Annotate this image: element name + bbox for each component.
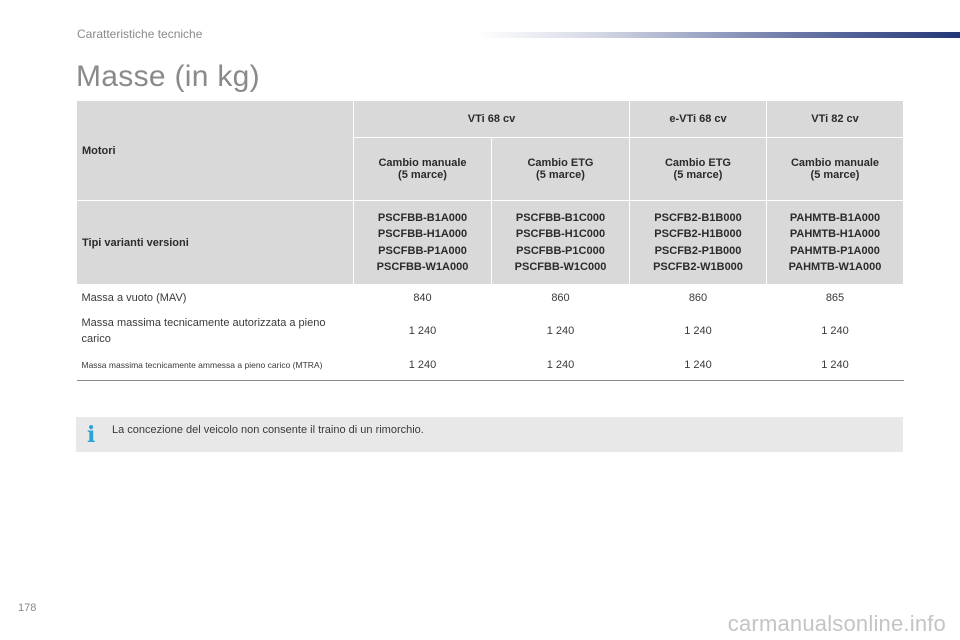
variant-codes: PSCFBB-B1C000 PSCFBB-H1C000 PSCFBB-P1C000 P…: [491, 200, 630, 285]
table-cell: 860: [688, 291, 708, 304]
variant-codes: PSCFBB-B1A000 PSCFBB-H1A000 PSCFBB-P1A000 P…: [353, 200, 492, 285]
motori-label: Motori: [76, 100, 354, 201]
table-row: Massa a vuoto (MAV) 840 860 860 865: [77, 285, 904, 311]
table-cell: 1 240: [684, 324, 712, 337]
row-label: Massa massima tecnicamente ammessa a pie…: [76, 350, 354, 381]
engine-header: VTi 82 cv: [766, 100, 904, 138]
header-gradient-bar: [478, 32, 960, 38]
table-cell: 1 240: [546, 324, 575, 337]
table-cell: 865: [825, 291, 845, 304]
section-title: Caratteristiche tecniche: [77, 27, 203, 41]
info-note: i La concezione del veicolo non consente…: [76, 417, 903, 452]
variants-row: Tipi varianti versioni PSCFBB-B1A000 PSCF…: [76, 200, 904, 285]
gearbox-header: Cambio manuale (5 marce): [353, 137, 492, 201]
table-cell: 1 240: [821, 324, 849, 337]
table-row: Massa massima tecnicamente autorizzata a…: [77, 311, 904, 351]
info-text: La concezione del veicolo non consente i…: [112, 424, 424, 436]
variants-label: Tipi varianti versioni: [76, 200, 354, 285]
watermark: carmanualsonline.info: [727, 611, 946, 636]
gearbox-header: Cambio manuale (5 marce): [766, 137, 904, 201]
variant-codes: PAHMTB-B1A000 PAHMTB-H1A000 PAHMTB-P1A000 P…: [766, 200, 904, 285]
table-row: Massa massima tecnicamente ammessa a pie…: [76, 350, 904, 381]
page-title: Masse (in kg): [76, 60, 260, 93]
gearbox-header: Cambio ETG (5 marce): [629, 137, 767, 201]
engine-header: e-VTi 68 cv: [629, 100, 767, 138]
variant-codes: PSCFB2-B1B000 PSCFB2-H1B000 PSCFB2-P1B000 P…: [629, 200, 767, 285]
table-cell: 1 240: [766, 350, 904, 381]
table-cell: 1 240: [629, 350, 767, 381]
gearbox-header: Cambio ETG (5 marce): [491, 137, 630, 201]
table-cell: 840: [413, 291, 432, 304]
page-number: 178: [18, 602, 37, 614]
mass-table: Motori VTi 68 cv e-VTi 68 cv VTi 82 cv C…: [76, 100, 904, 381]
engine-header-row: Motori VTi 68 cv e-VTi 68 cv VTi 82 cv: [76, 100, 904, 201]
engine-header: VTi 68 cv: [353, 100, 630, 138]
info-icon: i: [87, 422, 96, 448]
table-cell: 1 240: [491, 350, 630, 381]
row-label: Massa massima tecnicamente autorizzata a…: [81, 316, 326, 345]
table-cell: 1 240: [408, 324, 437, 337]
row-label: Massa a vuoto (MAV): [81, 291, 187, 304]
table-cell: 860: [551, 291, 570, 304]
table-cell: 1 240: [353, 350, 492, 381]
